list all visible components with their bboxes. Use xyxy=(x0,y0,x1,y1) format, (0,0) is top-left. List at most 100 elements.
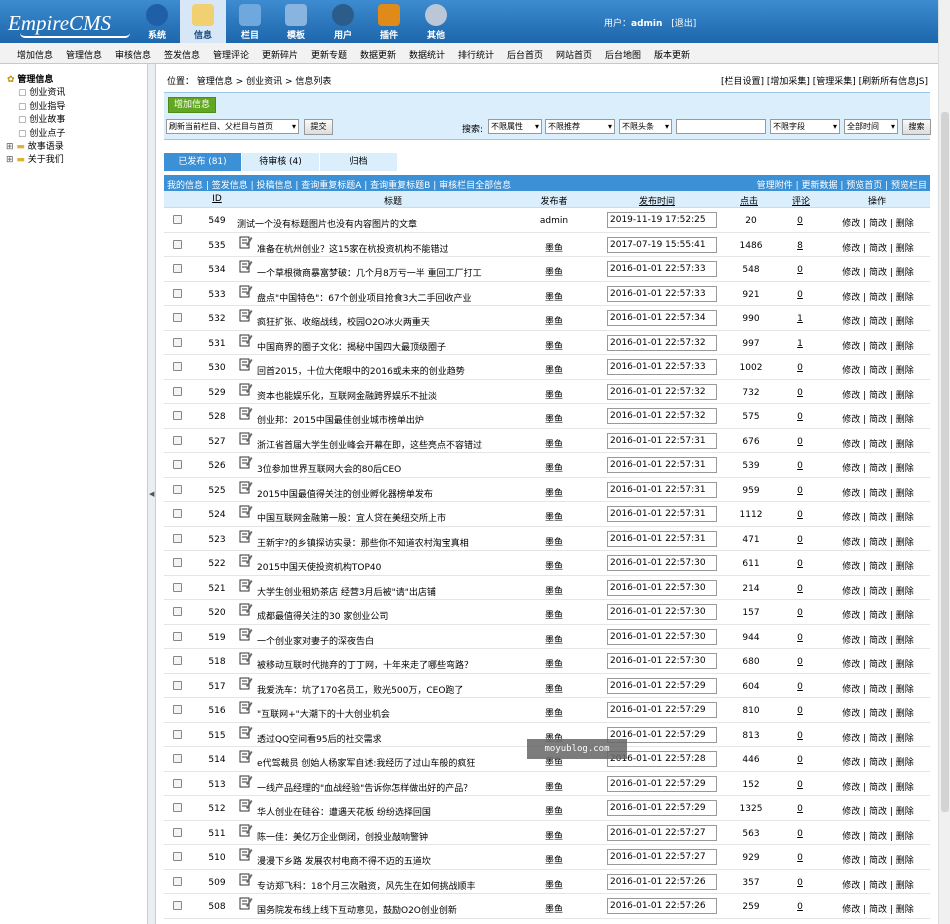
row-comments-link[interactable]: 0 xyxy=(785,363,815,373)
row-comments-link[interactable]: 0 xyxy=(785,633,815,643)
row-time-input[interactable]: 2016-01-01 22:57:34 xyxy=(607,310,717,326)
row-title[interactable]: 华人创业在硅谷：遭遇天花板 纷纷选择回国 xyxy=(257,805,431,818)
link-bar-right[interactable]: 管理附件 | 更新数据 | 预览首页 | 预览栏目 xyxy=(757,178,927,191)
row-comments-link[interactable]: 0 xyxy=(785,682,815,692)
row-ops[interactable]: 修改 | 简改 | 删除 xyxy=(838,853,918,866)
row-comments-link[interactable]: 0 xyxy=(785,388,815,398)
row-title[interactable]: 2015中国天使投资机构TOP40 xyxy=(257,560,381,573)
filter-recommend-select[interactable]: 不限推荐 xyxy=(545,119,615,134)
search-input[interactable] xyxy=(676,119,766,134)
row-time-input[interactable]: 2016-01-01 22:57:30 xyxy=(607,555,717,571)
filter-field-select[interactable]: 不限字段 xyxy=(770,119,840,134)
row-checkbox[interactable] xyxy=(173,680,182,690)
row-comments-link[interactable]: 0 xyxy=(785,902,815,912)
expand-icon[interactable]: ⊞ xyxy=(6,142,16,152)
row-title[interactable]: 国务院发布线上线下互动意见，鼓励O2O创业创新 xyxy=(257,903,457,916)
row-checkbox[interactable] xyxy=(173,435,182,445)
row-title[interactable]: 大学生创业租奶茶店 经营3月后被"请"出店铺 xyxy=(257,585,436,598)
row-checkbox[interactable] xyxy=(173,288,182,298)
row-ops[interactable]: 修改 | 简改 | 删除 xyxy=(838,290,918,303)
menu-item[interactable]: 版本更新 xyxy=(654,48,690,61)
row-checkbox[interactable] xyxy=(173,362,182,371)
row-time-input[interactable]: 2019-11-19 17:52:25 xyxy=(607,212,717,228)
row-comments-link[interactable]: 0 xyxy=(785,584,815,594)
menu-item[interactable]: 数据更新 xyxy=(360,48,396,61)
row-ops[interactable]: 修改 | 简改 | 删除 xyxy=(838,706,918,719)
row-comments-link[interactable]: 0 xyxy=(785,265,815,275)
row-checkbox[interactable] xyxy=(173,239,182,249)
row-title[interactable]: 被移动互联时代抛弃的丁丁网，十年来走了哪些弯路？ xyxy=(257,658,473,671)
row-comments-link[interactable]: 0 xyxy=(785,510,815,520)
row-comments-link[interactable]: 0 xyxy=(785,657,815,667)
row-checkbox[interactable] xyxy=(173,827,182,837)
row-checkbox[interactable] xyxy=(173,215,182,224)
status-tab[interactable]: 已发布 (81) xyxy=(164,153,241,171)
row-checkbox[interactable] xyxy=(173,411,182,420)
row-checkbox[interactable] xyxy=(173,484,182,494)
row-ops[interactable]: 修改 | 简改 | 删除 xyxy=(838,633,918,646)
row-ops[interactable]: 修改 | 简改 | 删除 xyxy=(838,363,918,376)
row-title[interactable]: "互联网+"大潮下的十大创业机会 xyxy=(257,707,390,720)
menu-item[interactable]: 增加信息 xyxy=(17,48,53,61)
row-comments-link[interactable]: 0 xyxy=(785,608,815,618)
row-ops[interactable]: 修改 | 简改 | 删除 xyxy=(838,216,918,229)
link-bar-left[interactable]: 我的信息 | 签发信息 | 投稿信息 | 查询重复标题A | 查询重复标题B |… xyxy=(167,178,511,191)
add-info-button[interactable]: 增加信息 xyxy=(168,97,216,113)
row-time-input[interactable]: 2016-01-01 22:57:29 xyxy=(607,775,717,792)
row-title[interactable]: 一线产品经理的"血战经验"告诉你怎样做出好的产品？ xyxy=(257,781,472,794)
sidebar-root[interactable]: ✿ 管理信息 xyxy=(7,72,53,85)
row-comments-link[interactable]: 0 xyxy=(785,461,815,471)
row-ops[interactable]: 修改 | 简改 | 删除 xyxy=(838,265,918,278)
menu-item[interactable]: 管理评论 xyxy=(213,48,249,61)
row-ops[interactable]: 修改 | 简改 | 删除 xyxy=(838,535,918,548)
row-checkbox[interactable] xyxy=(173,264,182,273)
header-time[interactable]: 发布时间 xyxy=(639,194,675,207)
row-time-input[interactable]: 2016-01-01 22:57:27 xyxy=(607,849,717,865)
row-checkbox[interactable] xyxy=(173,460,182,469)
row-checkbox[interactable] xyxy=(173,509,182,518)
status-tab[interactable]: 归档 xyxy=(320,153,397,171)
row-title[interactable]: 疯狂扩张、收缩战线，校园O2O冰火两重天 xyxy=(257,315,430,328)
row-ops[interactable]: 修改 | 简改 | 删除 xyxy=(838,486,918,499)
filter-time-select[interactable]: 全部时间 xyxy=(844,119,898,134)
row-time-input[interactable]: 2016-01-01 22:57:32 xyxy=(607,334,717,351)
row-time-input[interactable]: 2016-01-01 22:57:29 xyxy=(607,702,717,718)
menu-item[interactable]: 管理信息 xyxy=(66,48,102,61)
row-ops[interactable]: 修改 | 简改 | 删除 xyxy=(838,804,918,817)
row-time-input[interactable]: 2016-01-01 22:57:33 xyxy=(607,285,717,302)
search-button[interactable]: 搜索 xyxy=(902,119,931,135)
row-checkbox[interactable] xyxy=(173,778,182,788)
row-ops[interactable]: 修改 | 简改 | 删除 xyxy=(838,559,918,572)
row-comments-link[interactable]: 0 xyxy=(785,829,815,839)
row-checkbox[interactable] xyxy=(173,582,182,592)
header-id[interactable]: ID xyxy=(202,194,232,204)
row-ops[interactable]: 修改 | 简改 | 删除 xyxy=(838,437,918,450)
row-time-input[interactable]: 2016-01-01 22:57:26 xyxy=(607,898,717,914)
row-checkbox[interactable] xyxy=(173,901,182,910)
row-title[interactable]: e代驾裁员 创始人杨家军自述:我经历了过山车般的疯狂 xyxy=(257,756,475,769)
row-ops[interactable]: 修改 | 简改 | 删除 xyxy=(838,388,918,401)
row-comments-link[interactable]: 0 xyxy=(785,878,815,888)
row-comments-link[interactable]: 0 xyxy=(785,804,815,814)
row-ops[interactable]: 修改 | 简改 | 删除 xyxy=(838,755,918,768)
row-time-input[interactable]: 2016-01-01 22:57:29 xyxy=(607,800,717,816)
row-time-input[interactable]: 2016-01-01 22:57:26 xyxy=(607,873,717,890)
filter-headline-select[interactable]: 不限头条 xyxy=(619,119,672,134)
top-nav-item[interactable]: 栏目 xyxy=(227,0,273,43)
row-time-input[interactable]: 2016-01-01 22:57:31 xyxy=(607,506,717,522)
logout-link[interactable]: [退出] xyxy=(671,19,696,29)
breadcrumb-path[interactable]: 管理信息 > 创业资讯 > 信息列表 xyxy=(197,77,332,87)
row-time-input[interactable]: 2016-01-01 22:57:31 xyxy=(607,481,717,498)
row-time-input[interactable]: 2016-01-01 22:57:33 xyxy=(607,359,717,375)
row-checkbox[interactable] xyxy=(173,631,182,641)
row-title[interactable]: 中国商界的圈子文化：揭秘中国四大最顶级圈子 xyxy=(257,340,446,353)
row-title[interactable]: 资本也能娱乐化，互联网金融跨界娱乐不扯淡 xyxy=(257,389,437,402)
row-time-input[interactable]: 2016-01-01 22:57:29 xyxy=(607,677,717,694)
top-links[interactable]: [栏目设置] [增加采集] [管理采集] [刷新所有信息JS] xyxy=(721,74,928,87)
row-title[interactable]: 中国互联网金融第一股：宜人贷在美纽交所上市 xyxy=(257,511,446,524)
row-time-input[interactable]: 2016-01-01 22:57:32 xyxy=(607,383,717,400)
menu-item[interactable]: 排行统计 xyxy=(458,48,494,61)
row-comments-link[interactable]: 0 xyxy=(785,559,815,569)
row-comments-link[interactable]: 0 xyxy=(785,706,815,716)
top-nav-item[interactable]: 插件 xyxy=(366,0,412,43)
